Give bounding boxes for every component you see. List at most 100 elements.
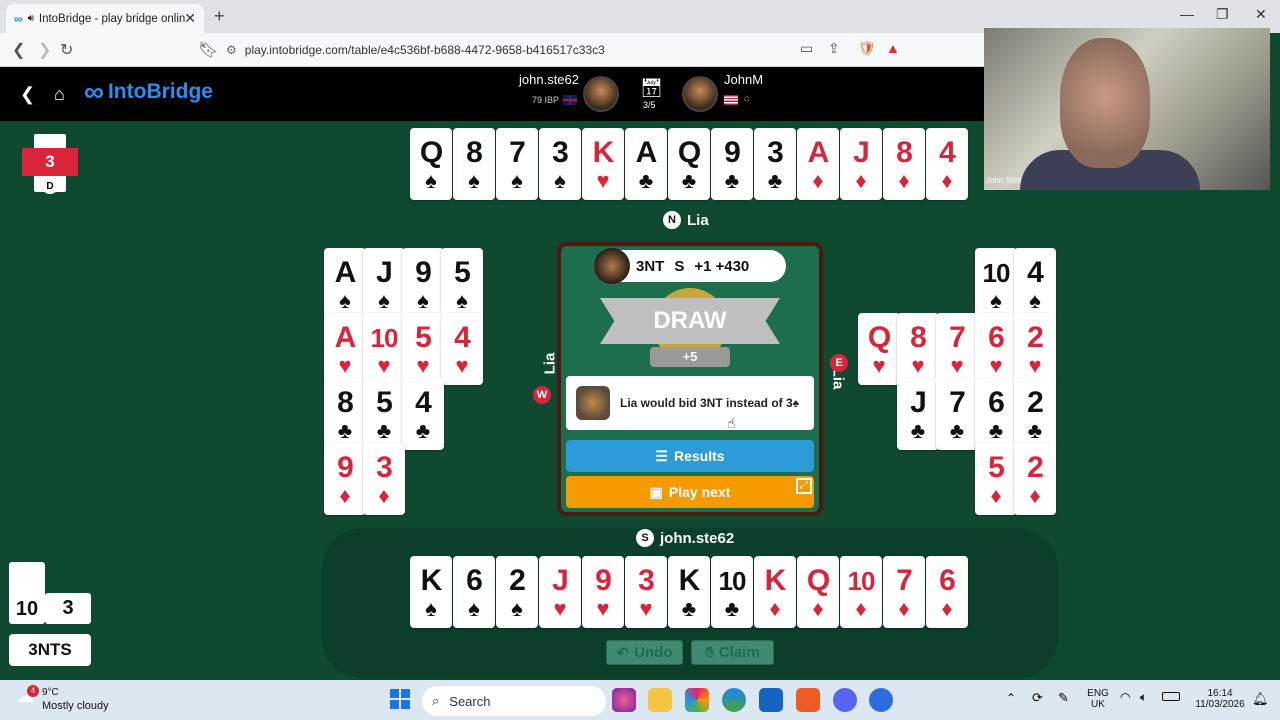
south-card[interactable]: 7 ♦: [883, 556, 925, 628]
west-card[interactable]: 9 ♠: [402, 248, 444, 320]
taskbar-search[interactable]: ⌕ Search: [422, 686, 606, 716]
west-card[interactable]: 5 ♠: [441, 248, 483, 320]
speaker-icon[interactable]: 🔊︎: [28, 13, 34, 24]
window-close-icon[interactable]: ✕: [1255, 6, 1267, 23]
clock[interactable]: 16:14 11/03/2026: [1188, 688, 1252, 710]
tray-chevron-icon[interactable]: ⌃: [1006, 691, 1016, 705]
south-card[interactable]: 10 ♦: [840, 556, 882, 628]
discord-icon[interactable]: [833, 688, 857, 712]
bookmark-icon[interactable]: 🔖︎: [198, 40, 218, 60]
brave-rewards-icon[interactable]: ▲: [886, 40, 900, 56]
west-card[interactable]: 5 ♣: [363, 378, 405, 450]
battery-icon[interactable]: [1162, 692, 1180, 701]
east-card[interactable]: 7 ♥: [936, 313, 978, 385]
north-card[interactable]: Q ♠: [410, 128, 452, 200]
west-card[interactable]: 3 ♦: [363, 443, 405, 515]
west-card[interactable]: A ♥: [324, 313, 366, 385]
south-card[interactable]: K ♣: [668, 556, 710, 628]
east-card[interactable]: 8 ♥: [897, 313, 939, 385]
minimize-icon[interactable]: —: [1180, 6, 1194, 22]
pen-icon[interactable]: ✎: [1058, 690, 1069, 706]
results-button[interactable]: ☰ Results: [566, 440, 814, 472]
east-card[interactable]: 6 ♣: [975, 378, 1017, 450]
west-card[interactable]: 5 ♥: [402, 313, 444, 385]
share-icon[interactable]: ⇪: [828, 40, 840, 57]
close-tab-icon[interactable]: ✕: [184, 10, 196, 27]
east-card[interactable]: 5 ♦: [975, 443, 1017, 515]
wifi-icon[interactable]: ◠: [1120, 690, 1130, 704]
north-card[interactable]: Q ♣: [668, 128, 710, 200]
north-card[interactable]: K ♥: [582, 128, 624, 200]
south-card[interactable]: 10 ♣: [711, 556, 753, 628]
west-card[interactable]: 10 ♥: [363, 313, 405, 385]
east-card[interactable]: 6 ♥: [975, 313, 1017, 385]
copilot-app-icon[interactable]: [685, 688, 709, 712]
south-card[interactable]: 6 ♠: [453, 556, 495, 628]
north-card[interactable]: A ♣: [625, 128, 667, 200]
edge-icon[interactable]: [722, 688, 746, 712]
south-card[interactable]: 6 ♦: [926, 556, 968, 628]
restore-icon[interactable]: ❐: [1216, 6, 1229, 23]
url-field[interactable]: ⚙ play.intobridge.com/table/e4c536bf-b68…: [226, 38, 826, 62]
brave-shield-icon[interactable]: 🛡︎: [858, 40, 876, 57]
card-rank: J: [552, 564, 569, 597]
reload-icon[interactable]: ↻: [60, 40, 73, 60]
expand-icon[interactable]: ⤢: [796, 478, 812, 494]
east-card[interactable]: J ♣: [897, 378, 939, 450]
brave-icon[interactable]: [796, 688, 820, 712]
east-card[interactable]: 7 ♣: [936, 378, 978, 450]
sync-icon[interactable]: ⟳: [1032, 690, 1043, 706]
north-card[interactable]: 7 ♠: [496, 128, 538, 200]
west-card[interactable]: 4 ♥: [441, 313, 483, 385]
file-explorer-icon[interactable]: [648, 688, 672, 712]
north-card[interactable]: A ♦: [797, 128, 839, 200]
west-card[interactable]: A ♠: [324, 248, 366, 320]
east-card[interactable]: 2 ♥: [1014, 313, 1056, 385]
east-card[interactable]: 10 ♠: [975, 248, 1017, 320]
south-card[interactable]: 2 ♠: [496, 556, 538, 628]
south-card[interactable]: 9 ♥: [582, 556, 624, 628]
north-card[interactable]: 3 ♣: [754, 128, 796, 200]
south-card[interactable]: K ♠: [410, 556, 452, 628]
browser-tab[interactable]: ∞ 🔊︎ IntoBridge - play bridge onlin ✕: [6, 4, 204, 33]
brand-logo[interactable]: ∞ IntoBridge: [84, 78, 213, 106]
play-next-button[interactable]: ▣ Play next: [566, 476, 814, 508]
forward-icon[interactable]: ❯: [38, 40, 51, 60]
site-info-icon[interactable]: ⚙: [226, 43, 237, 57]
home-icon[interactable]: ⌂: [54, 84, 65, 105]
south-card[interactable]: Q ♦: [797, 556, 839, 628]
store-icon[interactable]: [759, 688, 783, 712]
west-card[interactable]: 9 ♦: [324, 443, 366, 515]
south-card[interactable]: 3 ♥: [625, 556, 667, 628]
north-card[interactable]: J ♦: [840, 128, 882, 200]
north-card[interactable]: 3 ♠: [539, 128, 581, 200]
cast-icon[interactable]: ▭: [800, 40, 813, 57]
west-card[interactable]: J ♠: [363, 248, 405, 320]
undo-button[interactable]: ↶ Undo: [606, 640, 683, 665]
back-icon[interactable]: ❮: [12, 40, 25, 60]
north-card[interactable]: 8 ♠: [453, 128, 495, 200]
language-indicator[interactable]: ENG UK: [1086, 688, 1110, 710]
north-card[interactable]: 8 ♦: [883, 128, 925, 200]
new-tab-button[interactable]: +: [214, 6, 225, 27]
notification-bell-icon[interactable]: 🔔︎: [1252, 691, 1269, 707]
zoom-icon[interactable]: [869, 688, 893, 712]
east-card[interactable]: 2 ♣: [1014, 378, 1056, 450]
back-arrow-icon[interactable]: ❮: [20, 84, 35, 105]
north-card[interactable]: 9 ♣: [711, 128, 753, 200]
volume-icon[interactable]: 🔈︎: [1140, 690, 1147, 705]
west-badge: W: [533, 386, 551, 404]
south-card[interactable]: J ♥: [539, 556, 581, 628]
copilot-icon[interactable]: [612, 688, 636, 712]
east-card[interactable]: 4 ♠: [1014, 248, 1056, 320]
player-left-avatar[interactable]: [583, 76, 619, 112]
south-card[interactable]: K ♦: [754, 556, 796, 628]
player-right-avatar[interactable]: [682, 76, 718, 112]
windows-start-icon[interactable]: [390, 689, 410, 709]
east-card[interactable]: Q ♥: [858, 313, 900, 385]
claim-button[interactable]: ✋︎ Claim: [691, 640, 774, 665]
west-card[interactable]: 8 ♣: [324, 378, 366, 450]
north-card[interactable]: 4 ♦: [926, 128, 968, 200]
west-card[interactable]: 4 ♣: [402, 378, 444, 450]
east-card[interactable]: 2 ♦: [1014, 443, 1056, 515]
